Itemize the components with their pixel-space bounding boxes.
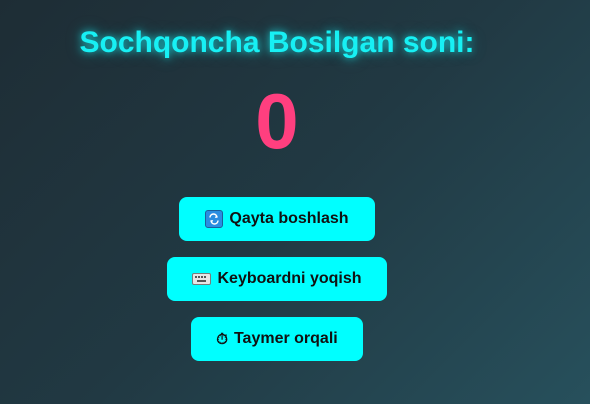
page-title: Sochqoncha Bosilgan soni: — [79, 26, 475, 59]
restart-button-label: Qayta boshlash — [229, 210, 349, 227]
keyboard-toggle-button-label: Keyboardni yoqish — [217, 270, 362, 287]
timer-button-label: Taymer orqali — [233, 330, 338, 347]
keyboard-toggle-button[interactable]: Keyboardni yoqish — [167, 257, 387, 301]
timer-button[interactable]: ⏱ Taymer orqali — [191, 317, 363, 361]
click-counter: 0 — [255, 77, 299, 165]
restart-icon — [205, 210, 224, 228]
keyboard-icon — [192, 273, 212, 285]
stopwatch-icon: ⏱ — [216, 330, 228, 348]
restart-button[interactable]: Qayta boshlash — [179, 197, 375, 241]
